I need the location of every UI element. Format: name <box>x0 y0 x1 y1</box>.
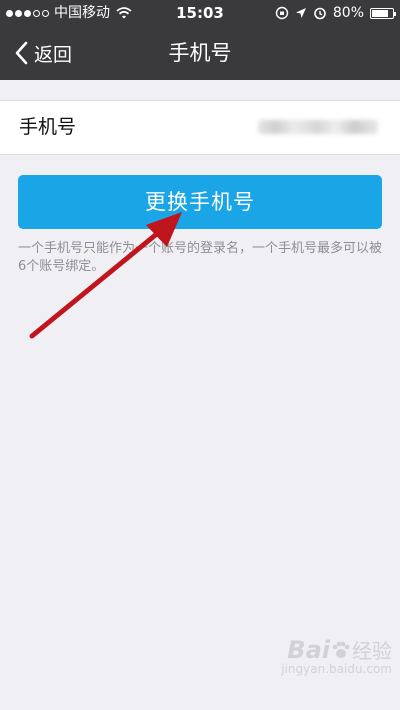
top-bar: 中国移动 15:03 80% 返回 手机号 <box>0 0 400 80</box>
phone-binding-note: 一个手机号只能作为一个账号的登录名，一个手机号最多可以被6个账号绑定。 <box>18 241 383 274</box>
rotation-lock-icon <box>275 6 289 20</box>
status-right: 80% <box>275 0 396 26</box>
watermark-name: 经验 <box>352 639 392 663</box>
change-phone-number-button[interactable]: 更换手机号 <box>18 175 382 229</box>
phone-number-row: 手机号 <box>0 100 400 155</box>
paw-icon <box>332 641 350 658</box>
watermark-domain: jingyan.baidu.com <box>281 662 392 676</box>
battery-percentage: 80% <box>332 5 364 21</box>
baidu-jingyan-watermark: Bai 经验 jingyan.baidu.com <box>281 635 392 676</box>
alarm-icon <box>314 7 326 20</box>
page-title: 手机号 <box>168 41 232 65</box>
battery-level-fill <box>372 9 388 17</box>
phone-number-label: 手机号 <box>19 116 77 138</box>
status-bar: 中国移动 15:03 80% <box>0 0 400 26</box>
watermark-brand: Bai <box>287 636 330 664</box>
phone-number-value-blurred <box>258 120 378 134</box>
navigation-bar: 返回 手机号 <box>0 26 400 80</box>
location-icon <box>295 8 306 18</box>
battery-icon <box>370 7 396 19</box>
